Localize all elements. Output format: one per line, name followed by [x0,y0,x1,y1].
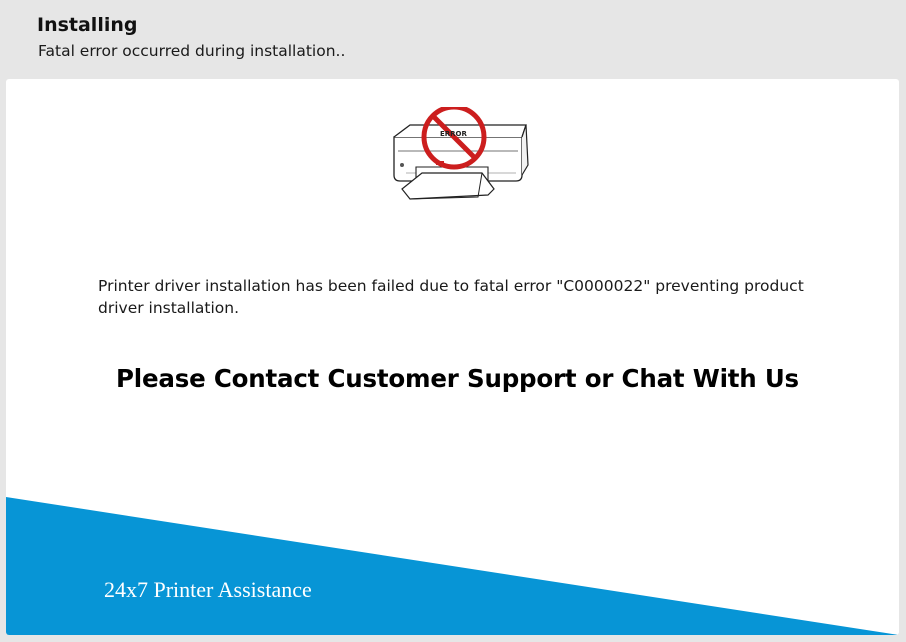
header-title: Installing [37,14,138,36]
brand-name: 24x7 Printer Assistance [104,577,312,602]
error-label: ERROR [440,130,468,138]
content-panel: ERROR Printer driver installation has be… [6,79,899,635]
header-subtitle: Fatal error occurred during installation… [38,42,346,60]
printer-error-icon: ERROR [393,107,529,200]
error-message: Printer driver installation has been fai… [98,277,804,317]
contact-support-text: Please Contact Customer Support or Chat … [116,364,799,393]
installer-header: Installing Fatal error occurred during i… [0,0,906,78]
